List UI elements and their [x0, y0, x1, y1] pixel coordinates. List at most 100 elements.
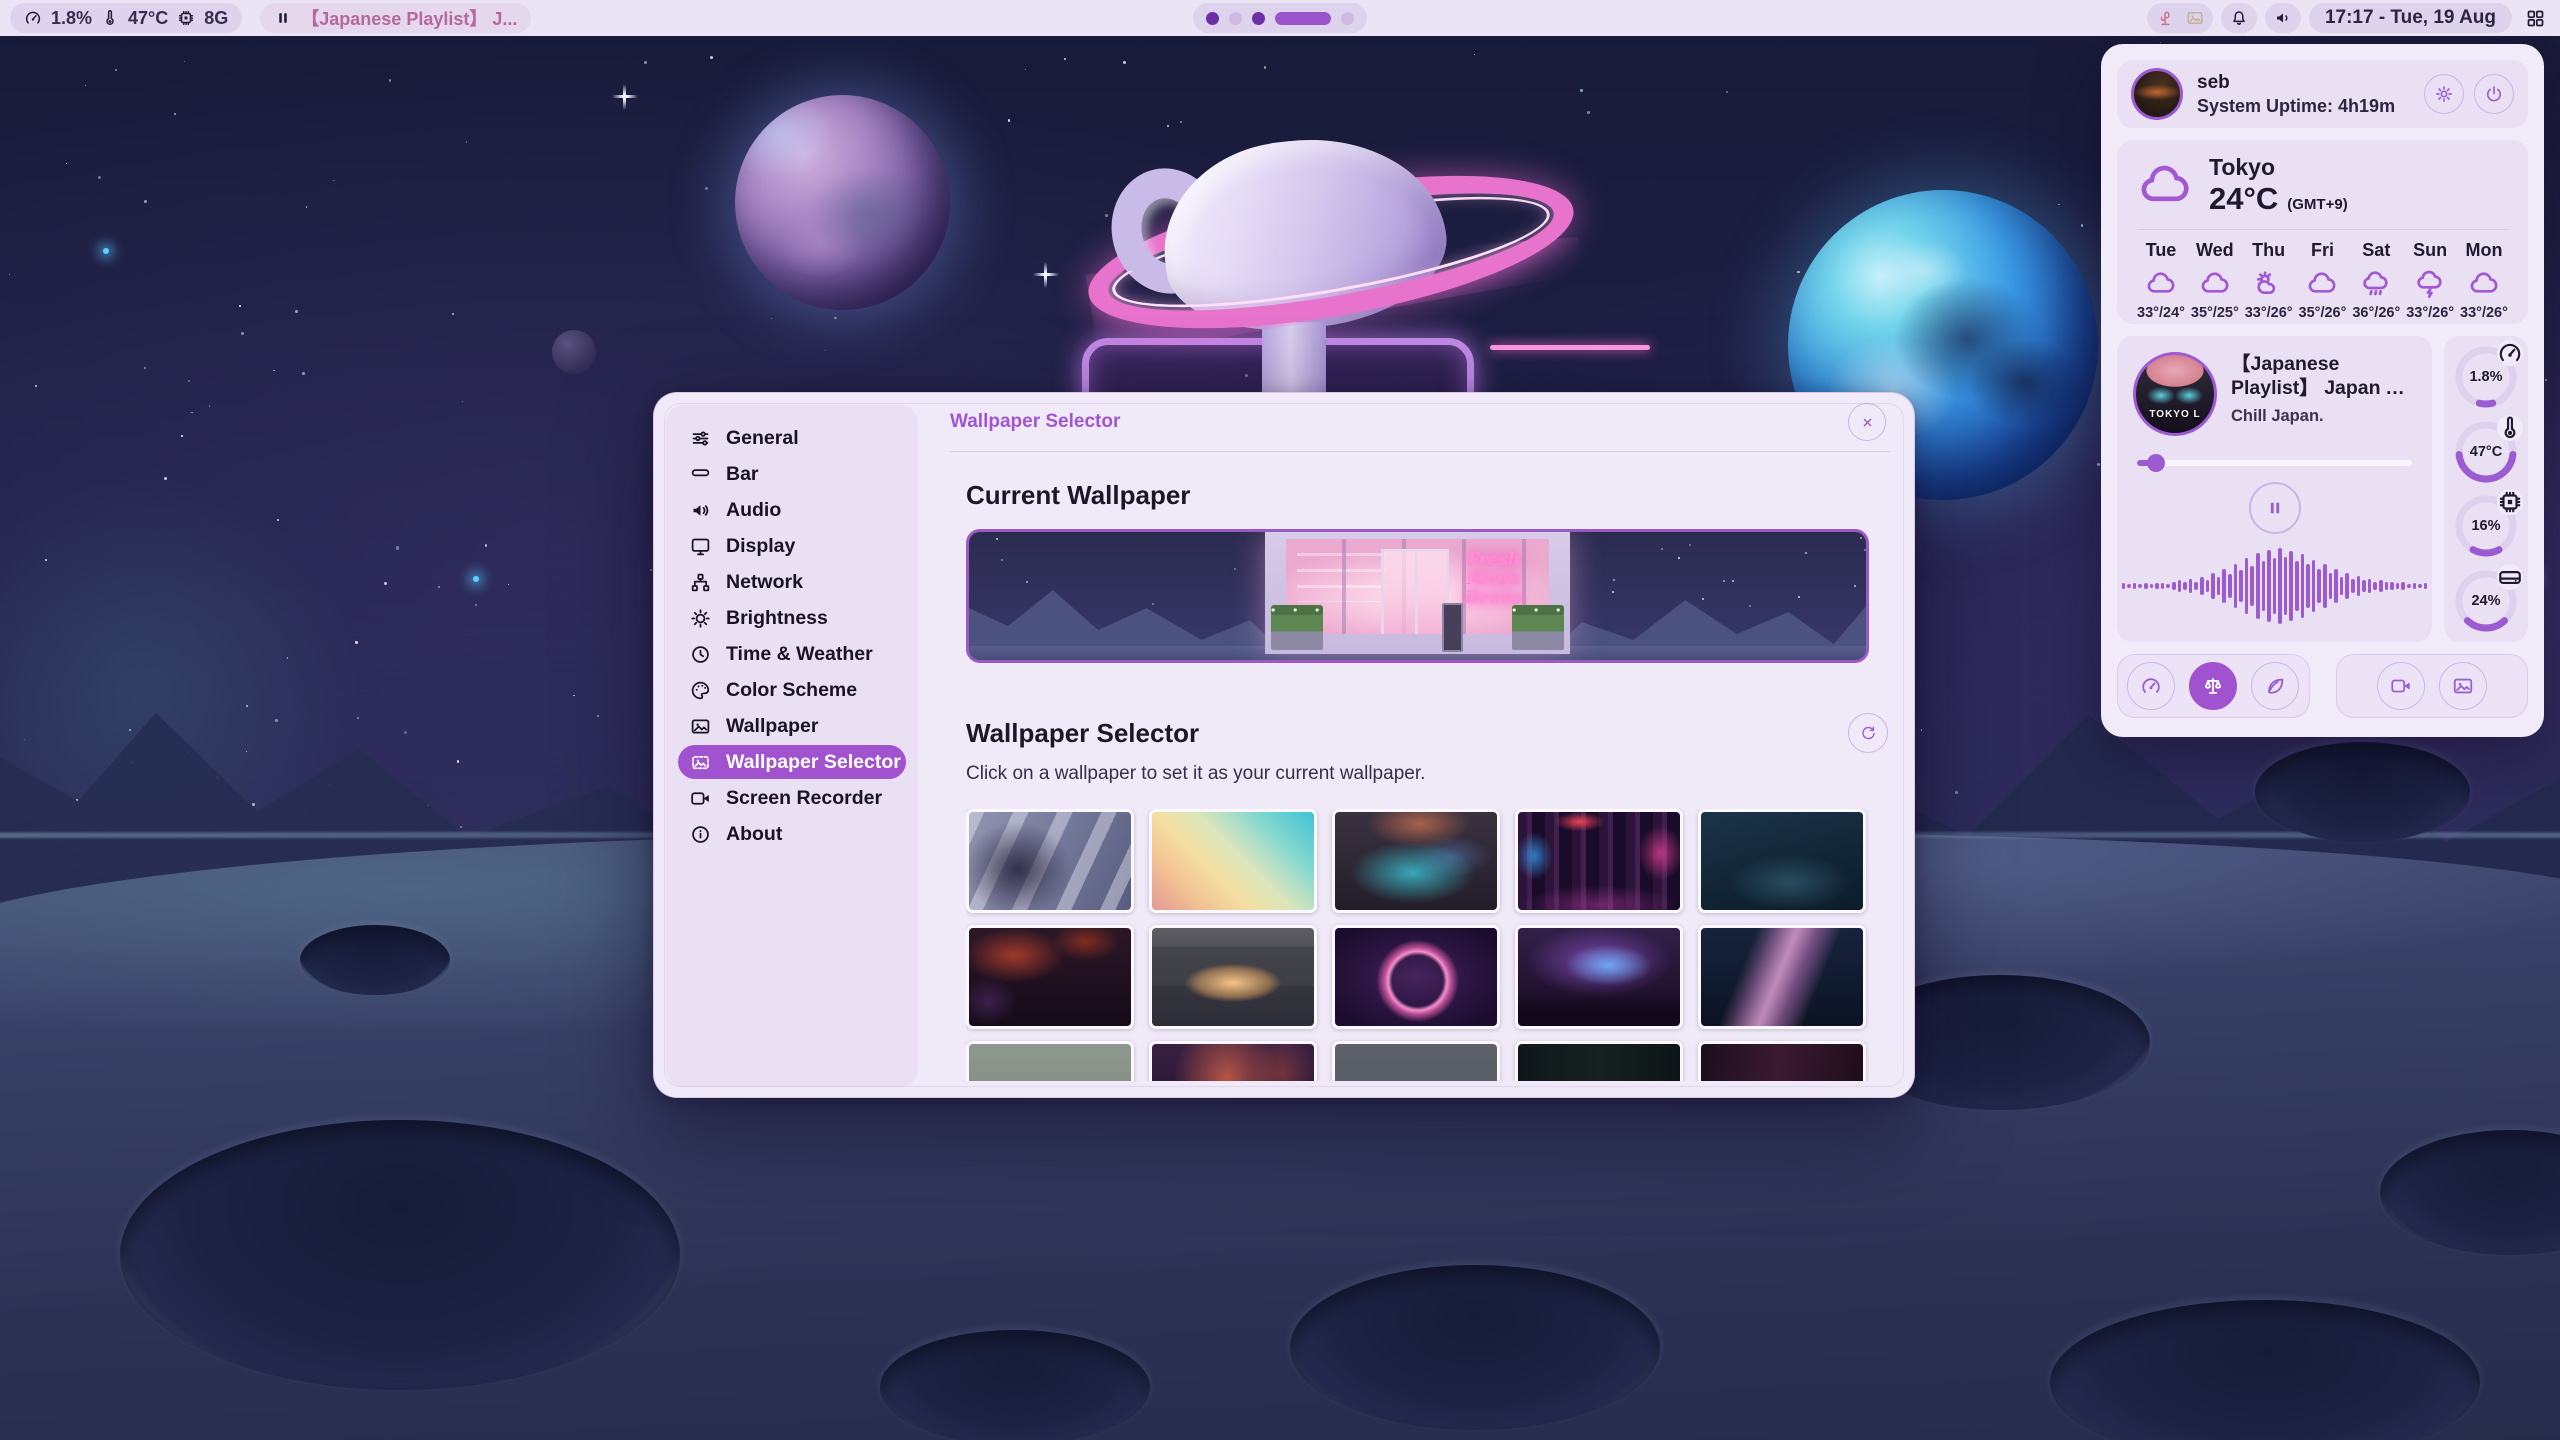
dashboard-button[interactable]	[2520, 3, 2550, 33]
wallpaper-thumbnail-anime-crosswalk[interactable]	[966, 809, 1134, 913]
wallpaper-thumbnail-snowy-forest[interactable]	[1698, 809, 1866, 913]
sidebar-item-bar[interactable]: Bar	[678, 457, 906, 491]
forecast-day-mon: Mon33°/26°	[2460, 240, 2508, 321]
image-icon	[690, 716, 711, 737]
sidebar-item-general[interactable]: General	[678, 421, 906, 455]
workspace-dot-empty[interactable]	[1229, 12, 1242, 25]
preview-storefront: Fresh Moon Beans	[1265, 532, 1570, 654]
sidebar-item-label: Bar	[726, 463, 759, 486]
clock[interactable]: 17:17 - Tue, 19 Aug	[2309, 3, 2512, 33]
sidebar-item-label: Time & Weather	[726, 643, 873, 666]
pause-icon	[274, 9, 292, 27]
wallpaper-thumbnail-nebula-forest[interactable]	[1515, 925, 1683, 1029]
gauge-icon	[2503, 346, 2518, 361]
now-playing-label: 【Japanese Playlist】 J...	[301, 5, 517, 31]
power-button[interactable]	[2474, 74, 2514, 114]
close-icon	[1860, 415, 1875, 430]
workspace-dot-active[interactable]	[1275, 12, 1331, 25]
stat-ring-disk: 24%	[2453, 568, 2519, 634]
wallpaper-thumbnail-lofi-coffee-shop[interactable]	[1149, 925, 1317, 1029]
wallpaper-thumbnail-violet-eclipse[interactable]	[1332, 925, 1500, 1029]
stat-ring-thermometer: 47°C	[2453, 419, 2519, 485]
settings-main: Wallpaper Selector Current Wallpaper	[946, 393, 1898, 1089]
refresh-icon	[1860, 725, 1877, 742]
planter	[1271, 609, 1323, 650]
cloud-icon	[2145, 268, 2177, 300]
power-profile-gauge-button[interactable]	[2127, 662, 2175, 710]
sidebar-item-about[interactable]: About	[678, 817, 906, 851]
current-wallpaper-heading: Current Wallpaper	[966, 480, 1898, 511]
forecast-day-sat: Sat36°/26°	[2352, 240, 2400, 321]
wallpaper-thumbnail-neon-arcade[interactable]	[1515, 809, 1683, 913]
wallpaper-thumbnail-slate-gray[interactable]	[1332, 1041, 1500, 1081]
audio-icon	[690, 500, 711, 521]
notifications-button[interactable]	[2221, 3, 2257, 33]
volume-button[interactable]	[2265, 3, 2301, 33]
wallpaper-thumbnail-sage-field[interactable]	[966, 1041, 1134, 1081]
refresh-button[interactable]	[1848, 713, 1888, 753]
sidebar-item-time-weather[interactable]: Time & Weather	[678, 637, 906, 671]
workspace-dot-empty[interactable]	[1341, 12, 1354, 25]
video-icon	[690, 788, 711, 809]
workspace-dot-occupied[interactable]	[1252, 12, 1265, 25]
now-playing-pill[interactable]: 【Japanese Playlist】 J...	[260, 3, 531, 33]
sidebar-item-display[interactable]: Display	[678, 529, 906, 563]
thermometer-icon	[101, 9, 119, 27]
crater	[1290, 1265, 1660, 1430]
chip-icon	[2503, 495, 2518, 510]
system-tray[interactable]	[2147, 3, 2213, 33]
wallpaper-thumbnail-mesh-wave[interactable]	[1698, 925, 1866, 1029]
pause-icon	[2265, 498, 2285, 518]
gauge-icon	[24, 9, 42, 27]
power-icon	[2484, 84, 2504, 104]
sidebar-item-label: Brightness	[726, 607, 828, 630]
wallpaper-thumbnail-ember-forest[interactable]	[966, 925, 1134, 1029]
power-profile-scales-button[interactable]	[2189, 662, 2237, 710]
system-stats-column: 1.8%47°C16%24%	[2444, 336, 2528, 642]
gauge-icon	[2140, 675, 2162, 697]
wallpaper-thumbnail-autumn-grove[interactable]	[1149, 1041, 1317, 1081]
stat-ring-chip: 16%	[2453, 493, 2519, 559]
wallpaper-thumbnail-blur-aurora[interactable]	[1332, 809, 1500, 913]
sidebar-item-screen-recorder[interactable]: Screen Recorder	[678, 781, 906, 815]
window-header: Wallpaper Selector	[946, 393, 1898, 451]
wallpaper-thumbnail-pastel-sky[interactable]	[1149, 809, 1317, 913]
thermometer-icon	[2503, 420, 2518, 435]
forecast-day-sun: Sun33°/26°	[2406, 240, 2454, 321]
current-wallpaper-preview[interactable]: Fresh Moon Beans	[966, 529, 1869, 663]
close-button[interactable]	[1848, 403, 1886, 441]
scales-icon	[2202, 675, 2224, 697]
leaf-icon	[2264, 675, 2286, 697]
cpu-usage: 1.8%	[51, 8, 92, 29]
media-player: TOKYO L 【Japanese Playlist】 Japan All Ni…	[2117, 336, 2432, 642]
chip-icon	[177, 9, 195, 27]
track-title: 【Japanese Playlist】 Japan All Night - To…	[2231, 352, 2416, 401]
sidebar-item-network[interactable]: Network	[678, 565, 906, 599]
seek-thumb[interactable]	[2147, 454, 2165, 472]
sidebar-item-label: General	[726, 427, 799, 450]
tool-image-button[interactable]	[2439, 662, 2487, 710]
sidebar-item-wallpaper-selector[interactable]: Wallpaper Selector	[678, 745, 906, 779]
settings-sidebar: General Bar AudioDisplayNetwork Brightness T…	[666, 405, 918, 1087]
play-pause-button[interactable]	[2249, 482, 2301, 534]
sidebar-item-audio[interactable]: Audio	[678, 493, 906, 527]
system-stats-pill[interactable]: 1.8% 47°C 8G	[10, 3, 242, 33]
sidebar-item-brightness[interactable]: Brightness	[678, 601, 906, 635]
seek-slider[interactable]	[2137, 460, 2412, 466]
power-profile-leaf-button[interactable]	[2251, 662, 2299, 710]
wallpaper-thumbnail-plum-dusk[interactable]	[1698, 1041, 1866, 1081]
desktop: 1.8% 47°C 8G 【Japanese Playlist】 J... 17…	[0, 0, 2560, 1440]
tune-icon	[690, 428, 711, 449]
wallpaper-thumbnail-dark-teal[interactable]	[1515, 1041, 1683, 1081]
sidebar-item-wallpaper[interactable]: Wallpaper	[678, 709, 906, 743]
rain-icon	[2360, 268, 2392, 300]
tool-video-button[interactable]	[2377, 662, 2425, 710]
audio-visualizer	[2131, 544, 2418, 628]
workspace-indicator[interactable]	[1193, 3, 1367, 33]
workspace-dot-occupied[interactable]	[1206, 12, 1219, 25]
album-art: TOKYO L	[2133, 352, 2217, 436]
menu-board	[1442, 603, 1463, 652]
sidebar-item-color-scheme[interactable]: Color Scheme	[678, 673, 906, 707]
crater	[120, 1120, 680, 1390]
settings-button[interactable]	[2424, 74, 2464, 114]
